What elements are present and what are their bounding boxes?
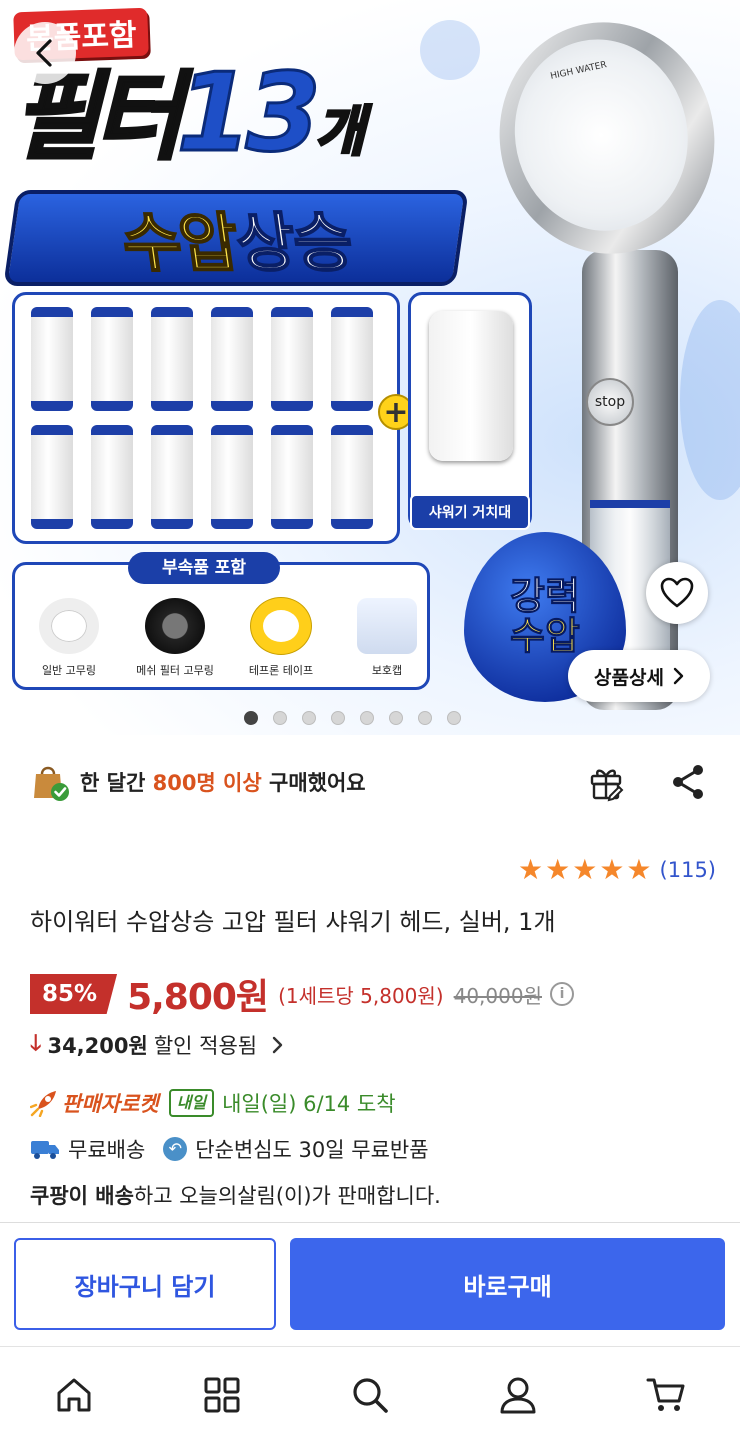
share-icon [673, 765, 703, 799]
pressure-up-banner: 수압상승 [3, 190, 469, 286]
filter-cartridge [211, 307, 253, 411]
filter-cartridge [211, 425, 253, 529]
bottom-navigation [0, 1346, 740, 1441]
filter-cartridge [91, 307, 133, 411]
discount-applied-row[interactable]: 🡓 34,200원 할인 적용됨 [30, 1026, 283, 1064]
add-to-cart-button[interactable]: 장바구니 담기 [14, 1238, 276, 1330]
filter-cartridge [31, 307, 73, 411]
accessory-item: 보호캡 [340, 598, 434, 678]
gift-button[interactable] [586, 762, 626, 806]
star-icon: ★ [517, 853, 544, 886]
product-detail-button[interactable]: 상품상세 [568, 650, 710, 702]
saving-amount: 34,200원 [47, 1034, 148, 1058]
search-icon [353, 1378, 388, 1413]
seller-info: 쿠팡이 배송하고 오늘의살림(이)가 판매합니다. [30, 1184, 441, 1208]
original-price: 40,000원 [453, 983, 542, 1008]
star-icon: ★ [599, 853, 625, 886]
divider [0, 1222, 740, 1223]
rating-summary[interactable]: ★ ★ ★ ★ ★ (115) [518, 856, 716, 884]
carousel-indicator[interactable] [244, 711, 461, 725]
category-icon [204, 1377, 240, 1413]
accessory-item: 메쉬 필터 고무링 [128, 598, 222, 678]
rubber-ring-image [39, 598, 99, 654]
stop-button-image: stop [586, 378, 634, 426]
price-row: 85% 5,800원 (1세트당 5,800원) 40,000원 i [30, 968, 574, 1020]
chevron-right-icon [673, 667, 684, 685]
nav-category[interactable] [200, 1373, 244, 1417]
filter-cartridge [331, 307, 373, 411]
shipping-return-row: 무료배송 ↶ 단순변심도 30일 무료반품 [30, 1134, 429, 1164]
back-button[interactable] [14, 22, 76, 84]
carousel-dot[interactable] [273, 711, 287, 725]
cart-icon [646, 1378, 685, 1411]
star-icon: ★ [572, 853, 598, 886]
water-splash [680, 300, 740, 500]
chevron-left-icon [36, 39, 52, 67]
filter-cartridges-panel [12, 292, 400, 544]
accessory-item: 테프론 테이프 [234, 598, 328, 678]
nav-search[interactable] [348, 1373, 392, 1417]
seller-rocket-label: 판매자로켓 [62, 1092, 159, 1116]
home-icon [57, 1378, 91, 1412]
unit-price: (1세트당 5,800원) [278, 983, 444, 1008]
accessory-item: 일반 고무링 [22, 598, 116, 678]
shower-holder-image [429, 311, 513, 461]
wishlist-button[interactable] [646, 562, 708, 624]
filter-cartridge [31, 425, 73, 529]
gift-icon [590, 769, 624, 802]
delivery-eta-row: 판매자로켓 내일 내일(일) 6/14 도착 [30, 1088, 396, 1118]
filter-cartridge [151, 307, 193, 411]
review-count[interactable]: (115) [660, 858, 716, 882]
filter-cartridge [91, 425, 133, 529]
free-shipping: 무료배송 [68, 1138, 146, 1162]
filter-cartridge [271, 425, 313, 529]
rocket-icon [30, 1091, 56, 1117]
carousel-dot[interactable] [302, 711, 316, 725]
accessories-list: 일반 고무링 메쉬 필터 고무링 테프론 테이프 보호캡 [22, 598, 434, 678]
teflon-tape-image [251, 598, 311, 654]
mesh-ring-image [145, 598, 205, 654]
sale-price: 5,800원 [127, 977, 269, 1018]
tomorrow-badge: 내일 [168, 1089, 215, 1117]
filter-cartridge [151, 425, 193, 529]
discount-badge: 85% [30, 974, 118, 1014]
arrival-date: 내일(일) 6/14 도착 [222, 1092, 396, 1116]
nav-cart[interactable] [644, 1373, 688, 1417]
carousel-dot[interactable] [244, 711, 258, 725]
info-icon[interactable]: i [550, 982, 574, 1006]
star-icon: ★ [545, 853, 571, 886]
product-title: 하이워터 수압상승 고압 필터 샤워기 헤드, 실버, 1개 [30, 908, 556, 936]
star-icon: ★ [626, 853, 652, 886]
free-return: 단순변심도 30일 무료반품 [195, 1138, 429, 1162]
down-arrow-icon: 🡓 [30, 1031, 42, 1056]
user-icon [500, 1377, 536, 1414]
buy-now-button[interactable]: 바로구매 [290, 1238, 725, 1330]
filter-cartridge [331, 425, 373, 529]
saving-text: 할인 적용됨 [153, 1034, 258, 1058]
protective-cap-image [357, 598, 417, 654]
carousel-dot[interactable] [331, 711, 345, 725]
share-button[interactable] [668, 762, 708, 806]
carousel-dot[interactable] [418, 711, 432, 725]
chevron-right-icon [272, 1036, 283, 1054]
return-icon: ↶ [163, 1137, 188, 1161]
accessories-title: 부속품 포함 [128, 552, 280, 584]
carousel-dot[interactable] [389, 711, 403, 725]
carousel-dot[interactable] [447, 711, 461, 725]
carousel-dot[interactable] [360, 711, 374, 725]
truck-icon [31, 1141, 59, 1159]
shower-holder-label: 샤워기 거치대 [410, 494, 530, 530]
product-image-carousel[interactable]: 본품포함 필터13개 수압상승 + 샤워기 거치대 부속품 포함 일반 고무링 [0, 0, 740, 735]
shower-head-image [478, 2, 736, 274]
nav-mypage[interactable] [496, 1373, 540, 1417]
nav-home[interactable] [52, 1373, 96, 1417]
filter-cartridge [271, 307, 313, 411]
shopping-bag-check-icon [34, 766, 69, 801]
heart-icon [660, 577, 694, 608]
water-splash [420, 20, 480, 80]
